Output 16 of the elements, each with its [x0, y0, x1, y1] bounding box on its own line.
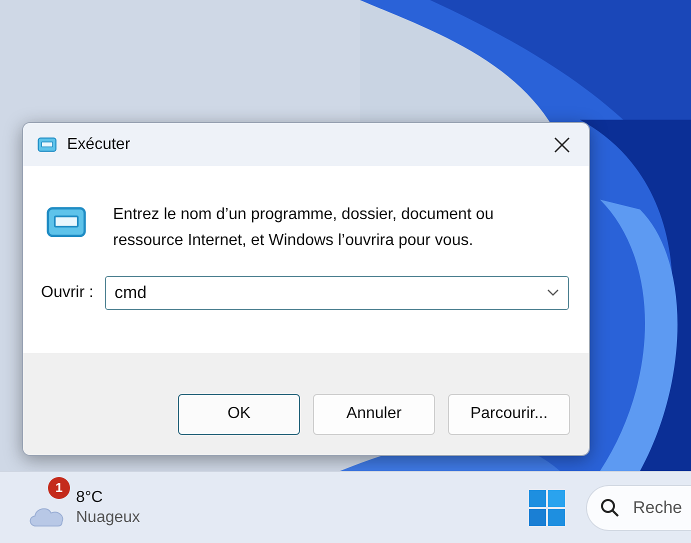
dialog-button[interactable]: Annuler	[313, 394, 435, 434]
dialog-button[interactable]: Parcourir...	[448, 394, 570, 434]
notification-badge: 1	[48, 476, 70, 498]
search-icon	[600, 498, 620, 518]
temperature-text: 8°C	[76, 488, 104, 506]
window-title: Exécuter	[67, 136, 132, 154]
dialog-button[interactable]: OK	[178, 394, 300, 434]
start-button[interactable]	[528, 488, 566, 526]
dropdown-chevron-icon[interactable]	[547, 289, 559, 297]
open-combobox[interactable]: cmd	[105, 276, 569, 310]
close-icon[interactable]	[554, 136, 570, 152]
open-label: Ouvrir :	[41, 284, 94, 302]
run-icon	[35, 136, 57, 152]
weather-condition: Nuageux	[76, 508, 140, 526]
search-field[interactable]: Reche	[586, 484, 691, 530]
message-text: Entrez le nom d’un programme, dossier, document ou ressource Internet, et Windows l’ouvrira pour vous.	[113, 205, 495, 251]
